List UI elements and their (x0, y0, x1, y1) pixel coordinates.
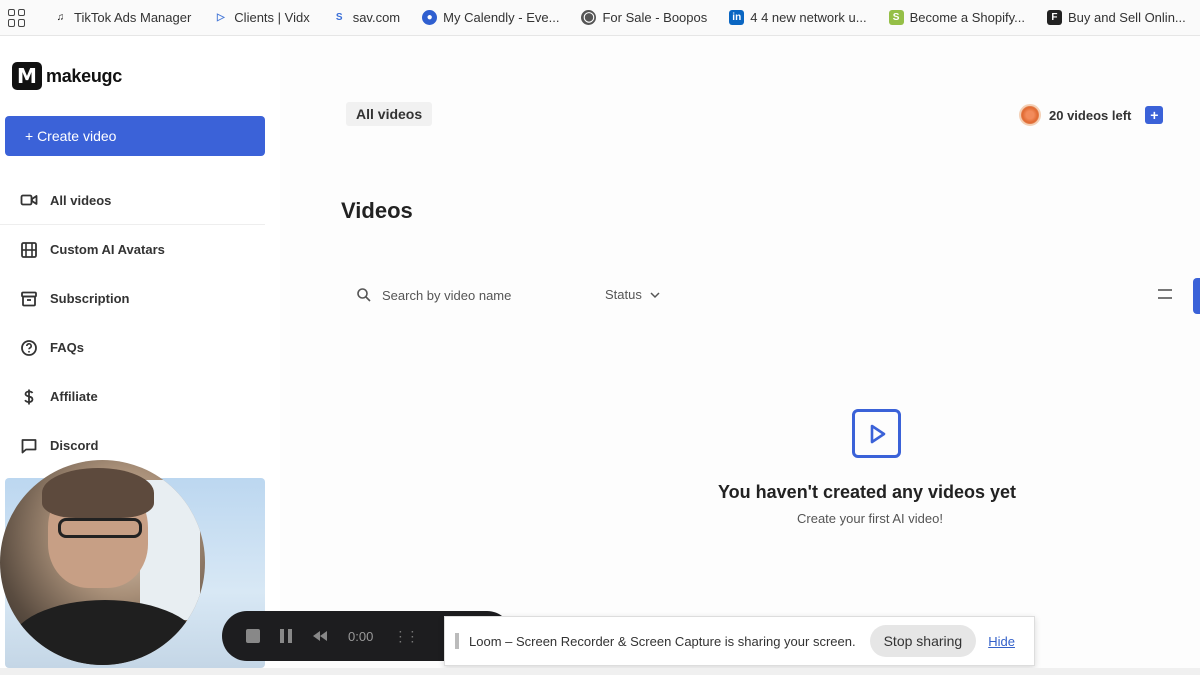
share-bar-grip-icon[interactable] (455, 633, 459, 649)
sidebar-item-discord[interactable]: Discord (0, 421, 265, 470)
pause-icon[interactable] (280, 629, 292, 643)
search-bar[interactable]: Search by video name (356, 287, 511, 303)
view-menu-icon[interactable] (1158, 289, 1172, 299)
bookmark-label: For Sale - Boopos (602, 10, 708, 25)
logo-text: makeugc (46, 65, 122, 86)
videos-left-label: 20 videos left (1049, 107, 1132, 123)
sidebar-item-label: Custom AI Avatars (50, 242, 165, 257)
film-icon (21, 241, 37, 258)
apps-grid-icon[interactable] (8, 8, 25, 27)
bookmark-flippa[interactable]: F Buy and Sell Onlin... (1046, 10, 1186, 25)
empty-state-title: You haven't created any videos yet (718, 482, 1017, 502)
sidebar-item-label: Subscription (50, 291, 130, 306)
bookmark-vidx[interactable]: ▷ Clients | Vidx (213, 10, 310, 25)
archive-icon (21, 291, 37, 306)
video-camera-icon (20, 194, 38, 206)
sidebar-item-custom-ai-avatars[interactable]: Custom AI Avatars (0, 225, 265, 274)
bookmark-label: Buy and Sell Onlin... (1067, 10, 1186, 25)
tiktok-icon: ♫ (56, 12, 65, 23)
bookmark-label: My Calendly - Eve... (443, 10, 560, 25)
bookmark-label: sav.com (352, 10, 401, 25)
bookmarks-bar: ♫ TikTok Ads Manager ▷ Clients | Vidx S … (0, 0, 1200, 36)
play-icon (852, 409, 901, 458)
bookmark-linkedin[interactable]: in 4 4 new network u... (729, 10, 867, 25)
flippa-icon: F (1046, 10, 1062, 25)
bookmark-sav[interactable]: S sav.com (332, 10, 400, 25)
bookmark-label: TikTok Ads Manager (74, 10, 192, 25)
bookmark-label: 4 4 new network u... (750, 10, 867, 25)
sav-icon: S (335, 12, 343, 23)
stop-recording-icon[interactable] (246, 629, 260, 643)
add-credits-button[interactable]: + (1145, 106, 1164, 124)
linkedin-icon: in (729, 10, 745, 25)
vidx-icon: ▷ (216, 12, 225, 23)
feedback-edge-tab[interactable] (1193, 278, 1200, 314)
page-title: Videos (341, 198, 413, 223)
dollar-icon (24, 389, 34, 404)
bookmark-calendly[interactable]: ● My Calendly - Eve... (422, 10, 559, 25)
sidebar-item-faqs[interactable]: FAQs (0, 323, 265, 372)
chevron-down-icon (650, 291, 660, 298)
sidebar-item-label: Discord (50, 438, 99, 453)
calendly-icon: ● (422, 10, 438, 25)
status-label: Status (605, 287, 642, 302)
screen-share-bar: Loom – Screen Recorder & Screen Capture … (444, 616, 1035, 666)
bookmark-shopify[interactable]: S Become a Shopify... (888, 10, 1025, 25)
status-filter[interactable]: Status (605, 287, 660, 302)
rewind-icon[interactable] (312, 630, 328, 642)
sidebar-nav: All videos Custom AI Avatars Subscriptio… (0, 176, 265, 470)
bookmark-boopos[interactable]: ◯ For Sale - Boopos (581, 10, 707, 25)
chat-icon (21, 438, 37, 453)
bookmark-tiktok-ads[interactable]: ♫ TikTok Ads Manager (53, 10, 192, 25)
sidebar-item-label: FAQs (50, 340, 84, 355)
sidebar-item-affiliate[interactable]: Affiliate (0, 372, 265, 421)
credits-coin-icon (1019, 104, 1041, 126)
bookmark-label: Clients | Vidx (234, 10, 310, 25)
hide-link[interactable]: Hide (988, 634, 1015, 649)
sidebar-item-label: Affiliate (50, 389, 98, 404)
videos-left-counter: 20 videos left + (1019, 104, 1164, 126)
stop-sharing-button[interactable]: Stop sharing (869, 625, 977, 657)
logo-mark: M (12, 62, 42, 90)
share-message: Loom – Screen Recorder & Screen Capture … (469, 633, 856, 649)
sidebar-item-all-videos[interactable]: All videos (0, 176, 265, 225)
logo[interactable]: M makeugc (12, 62, 122, 90)
person-glasses (58, 518, 142, 538)
bookmark-label: Become a Shopify... (909, 10, 1025, 25)
sidebar-item-subscription[interactable]: Subscription (0, 274, 265, 323)
help-circle-icon (21, 339, 37, 356)
tab-all-videos[interactable]: All videos (346, 102, 433, 126)
sidebar-item-label: All videos (50, 192, 112, 208)
recording-timer: 0:00 (348, 628, 374, 644)
create-video-button[interactable]: + Create video (5, 116, 265, 156)
bottom-strip (0, 668, 1200, 675)
shopify-icon: S (888, 10, 904, 25)
empty-state-subtitle: Create your first AI video! (797, 511, 943, 526)
search-icon (357, 288, 371, 302)
drag-handle-icon[interactable]: ⋮⋮ (393, 628, 419, 645)
search-input[interactable]: Search by video name (382, 288, 511, 303)
globe-icon: ◯ (581, 10, 597, 25)
